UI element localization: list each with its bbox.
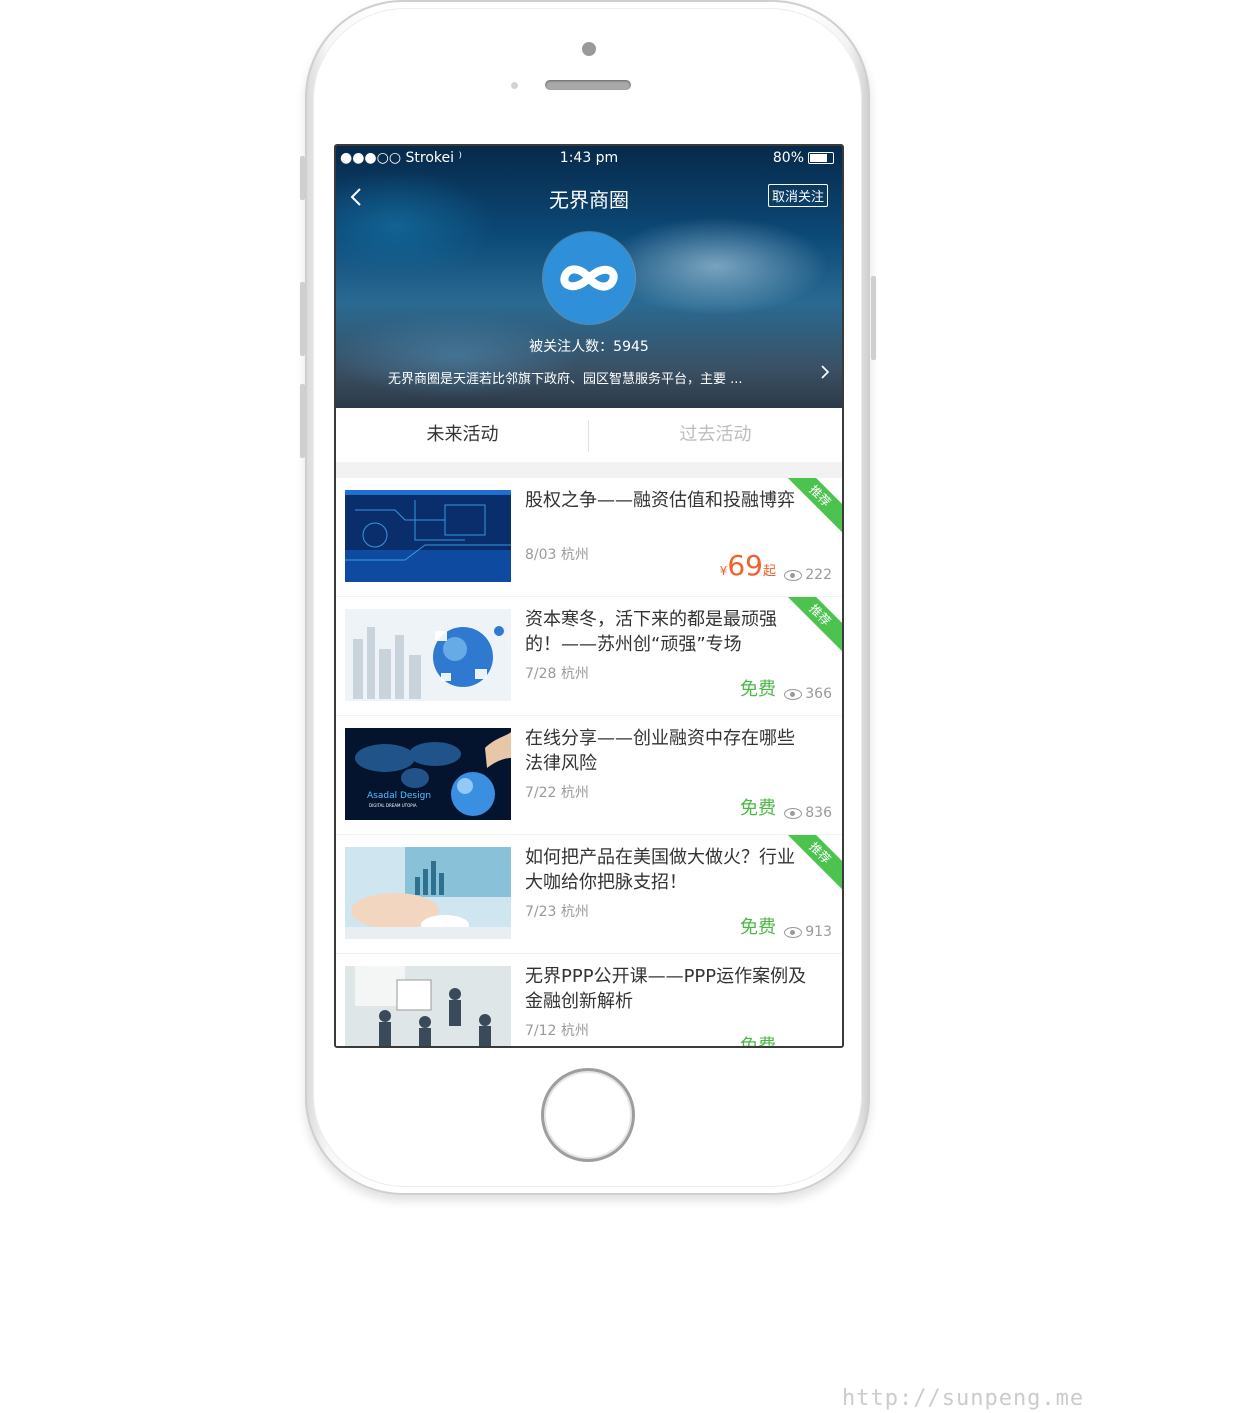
tab-future-activities[interactable]: 未来活动 [336,408,589,462]
profile-header: ●●●○○ Strokei ⁾ 1:43 pm 80% 无界商圈 取消关注 被关… [336,146,842,408]
activity-tabs: 未来活动 过去活动 [336,408,842,462]
home-button[interactable] [541,1068,635,1162]
event-title: 无界PPP公开课——PPP运作案例及金融创新解析 [525,966,807,1012]
eye-icon [784,569,803,581]
mute-switch [300,156,305,200]
event-thumbnail [345,609,511,701]
brand-logo [543,232,635,324]
event-price: 免费 [740,917,776,938]
battery-icon [808,152,834,164]
volume-up-button [300,282,305,356]
event-thumbnail: Asadal Design DIGITAL DREAM UTOPIA [345,728,511,820]
watermark: http://sunpeng.me [842,1386,1085,1411]
view-count: 913 [784,924,832,940]
view-count: 836 [784,805,832,821]
eye-icon [784,807,803,819]
power-button [871,276,876,360]
event-title: 股权之争——融资估值和投融博弈 [525,490,795,511]
page-title: 无界商圈 [549,188,629,212]
battery-percent: 80% [772,150,804,166]
app-screen: ●●●○○ Strokei ⁾ 1:43 pm 80% 无界商圈 取消关注 被关… [334,144,844,1048]
event-title: 资本寒冬，活下来的都是最顽强的！——苏州创“顽强”专场 [525,609,777,655]
event-date: 7/12 杭州 [525,1023,589,1039]
event-date: 7/28 杭州 [525,666,589,682]
event-title: 在线分享——创业融资中存在哪些法律风险 [525,728,795,774]
event-item[interactable]: 资本寒冬，活下来的都是最顽强的！——苏州创“顽强”专场 7/28 杭州 免费 3… [336,597,842,715]
view-count: 222 [784,567,832,583]
follower-count: 被关注人数：5945 [529,339,649,355]
event-title: 如何把产品在美国做大做火？行业大咖给你把脉支招！ [525,847,795,893]
status-bar: ●●●○○ Strokei ⁾ 1:43 pm 80% [336,150,842,170]
event-price: 免费 [740,798,776,819]
unfollow-button[interactable]: 取消关注 [767,184,828,207]
event-thumbnail [345,966,511,1046]
clock: 1:43 pm [559,150,619,166]
view-count: 366 [784,686,832,702]
event-price: 免费 [740,679,776,700]
event-price: 免费 [740,1036,776,1048]
event-thumbnail [345,847,511,939]
event-item[interactable]: Asadal Design DIGITAL DREAM UTOPIA 在线分享—… [336,716,842,834]
event-item[interactable]: 无界PPP公开课——PPP运作案例及金融创新解析 7/12 杭州 免费 [336,954,842,1048]
infinity-icon [560,265,618,291]
battery-indicator: 80% [773,150,834,166]
proximity-sensor [511,82,518,89]
event-item[interactable]: 如何把产品在美国做大做火？行业大咖给你把脉支招！ 7/23 杭州 免费 913 … [336,835,842,953]
event-date: 8/03 杭州 [525,547,589,563]
chevron-right-icon[interactable] [820,364,830,385]
tab-past-activities[interactable]: 过去活动 [589,408,842,462]
event-thumbnail [345,490,511,582]
event-date: 7/22 杭州 [525,785,589,801]
earpiece-speaker [545,80,631,90]
event-price: ¥69起 [719,549,776,582]
thumbnail-subcaption: DIGITAL DREAM UTOPIA [369,803,417,808]
profile-description[interactable]: 无界商圈是天涯若比邻旗下政府、园区智慧服务平台，主要 ... [388,368,743,387]
event-date: 7/23 杭州 [525,904,589,920]
event-item[interactable]: 股权之争——融资估值和投融博弈 8/03 杭州 ¥69起 222 推荐 [336,478,842,596]
eye-icon [784,926,803,938]
thumbnail-caption: Asadal Design [367,791,431,801]
eye-icon [784,688,803,700]
front-camera [582,42,596,56]
volume-down-button [300,384,305,458]
